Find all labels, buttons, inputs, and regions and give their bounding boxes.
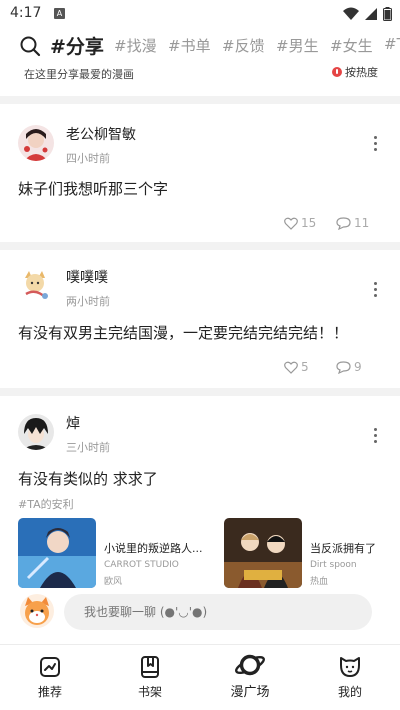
comic-author: Dirt spoon	[310, 560, 357, 570]
divider	[0, 96, 400, 104]
post-content: 有没有类似的 求求了	[18, 470, 158, 488]
topic-tabs: #分享 #找漫 #书单 #反馈 #男生 #女生 #T	[0, 30, 400, 62]
divider	[0, 242, 400, 250]
recommend-icon	[40, 657, 60, 677]
comment-button[interactable]: 9	[336, 360, 362, 375]
nav-label: 推荐	[37, 685, 62, 699]
heart-icon	[284, 217, 298, 230]
tab-booklist[interactable]: #书单	[168, 35, 211, 56]
status-bar: 4:17 A	[0, 0, 400, 28]
avatar[interactable]	[18, 125, 54, 161]
like-count: 15	[301, 216, 317, 230]
nav-comic-square[interactable]: 漫广场	[220, 651, 280, 700]
tab-more[interactable]: #T	[384, 35, 400, 53]
nav-mine[interactable]: 我的	[320, 655, 380, 700]
hot-sort-icon	[332, 67, 342, 77]
battery-icon	[383, 7, 392, 21]
heart-icon	[284, 361, 298, 374]
wifi-icon	[342, 7, 359, 20]
comment-button[interactable]: 11	[336, 216, 370, 231]
comment-icon	[336, 361, 351, 375]
like-button[interactable]: 15	[284, 216, 316, 230]
divider	[0, 388, 400, 396]
bookshelf-icon	[141, 656, 159, 678]
comic-title: 小说里的叛逆路人...	[104, 542, 203, 555]
comic-genre: 热血	[310, 577, 329, 587]
nav-label: 漫广场	[230, 685, 270, 700]
post-time: 四小时前	[66, 152, 110, 165]
tab-boys[interactable]: #男生	[276, 35, 319, 56]
comic-title: 当反派拥有了	[310, 542, 376, 555]
cat-face-icon	[340, 657, 360, 677]
planet-icon	[235, 654, 265, 676]
status-time: 4:17	[10, 5, 42, 21]
post-card[interactable]: 噗噗噗 两小时前 有没有双男主完结国漫，一定要完结完结完结！！ 5 9	[0, 250, 400, 386]
post-card[interactable]: 焯 三小时前 有没有类似的 求求了 #TA的安利 小说里的叛逆路人... CAR…	[0, 396, 400, 590]
like-button[interactable]: 5	[284, 360, 309, 374]
post-content: 妹子们我想听那三个字	[18, 180, 169, 198]
tab-feedback[interactable]: #反馈	[222, 35, 265, 56]
user-avatar[interactable]	[20, 594, 54, 628]
tab-girls[interactable]: #女生	[330, 35, 373, 56]
comment-bar	[0, 590, 400, 638]
more-options-icon[interactable]	[374, 282, 378, 300]
nav-bookshelf[interactable]: 书架	[120, 655, 180, 700]
status-icons	[342, 6, 392, 25]
comment-input[interactable]	[64, 594, 372, 630]
recommended-comic-card[interactable]: 小说里的叛逆路人... CARROT STUDIO 欧风	[18, 518, 214, 590]
bottom-nav: 推荐 书架 漫广场 我的	[0, 644, 400, 710]
tab-find-comic[interactable]: #找漫	[114, 35, 157, 56]
nav-label: 书架	[137, 685, 162, 699]
post-time: 两小时前	[66, 295, 110, 308]
tab-share[interactable]: #分享	[50, 32, 104, 59]
author-name[interactable]: 噗噗噗	[66, 267, 108, 287]
recommended-comic-card[interactable]: 当反派拥有了 Dirt spoon 热血	[224, 518, 394, 590]
author-name[interactable]: 焯	[66, 413, 80, 433]
comic-cover	[18, 518, 96, 588]
post-card[interactable]: 老公柳智敏 四小时前 妹子们我想听那三个字 15 11	[0, 104, 400, 240]
post-time: 三小时前	[66, 441, 110, 454]
comic-author: CARROT STUDIO	[104, 560, 179, 570]
comic-cover	[224, 518, 302, 588]
avatar[interactable]	[18, 414, 54, 450]
like-count: 5	[301, 360, 309, 374]
comment-count: 11	[354, 216, 370, 230]
search-icon[interactable]	[18, 34, 42, 58]
nav-label: 我的	[337, 685, 362, 699]
post-content: 有没有双男主完结国漫，一定要完结完结完结！！	[18, 324, 349, 342]
sort-button[interactable]: 按热度	[332, 64, 378, 80]
notification-icon: A	[54, 8, 65, 19]
more-options-icon[interactable]	[374, 136, 378, 154]
section-subtitle: 在这里分享最爱的漫画	[24, 68, 134, 81]
author-name[interactable]: 老公柳智敏	[66, 124, 136, 144]
comment-icon	[336, 217, 351, 231]
signal-icon	[364, 8, 377, 20]
comment-count: 9	[354, 360, 362, 374]
sort-label: 按热度	[345, 66, 378, 79]
recommend-tag[interactable]: #TA的安利	[18, 496, 74, 512]
more-options-icon[interactable]	[374, 428, 378, 446]
nav-recommend[interactable]: 推荐	[20, 655, 80, 700]
comic-genre: 欧风	[104, 577, 123, 587]
avatar[interactable]	[18, 268, 54, 304]
